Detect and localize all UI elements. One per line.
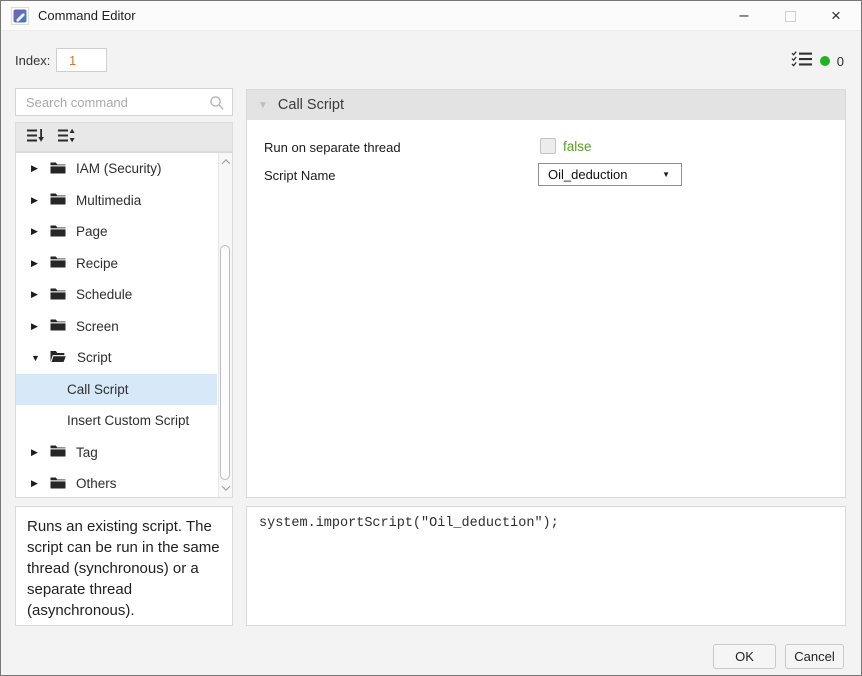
tree-item-recipe[interactable]: ▶ Recipe <box>16 248 217 280</box>
folder-closed-icon <box>50 476 66 492</box>
minimize-icon: – <box>739 7 749 24</box>
script-name-label: Script Name <box>264 168 336 183</box>
search-input[interactable] <box>16 89 232 115</box>
ok-button[interactable]: OK <box>713 644 776 669</box>
maximize-button[interactable] <box>775 2 805 30</box>
chevron-right-icon[interactable]: ▶ <box>31 289 43 300</box>
minimize-button[interactable]: – <box>729 2 759 30</box>
expand-all-icon <box>58 128 76 146</box>
tree-item-label: Call Script <box>67 381 129 397</box>
tree-item-tag[interactable]: ▶ Tag <box>16 437 217 469</box>
chevron-right-icon[interactable]: ▶ <box>31 163 43 174</box>
app-logo-icon <box>11 6 29 25</box>
tree-item-label: IAM (Security) <box>76 161 162 177</box>
validation-count: 0 <box>836 53 844 69</box>
search-box <box>15 88 233 116</box>
tree-item-others[interactable]: ▶ Others <box>16 468 217 497</box>
folder-closed-icon <box>50 318 66 334</box>
status-dot-icon <box>819 56 830 66</box>
close-button[interactable]: × <box>821 2 851 30</box>
chevron-right-icon[interactable]: ▶ <box>31 195 43 206</box>
chevron-right-icon[interactable]: ▶ <box>31 258 43 269</box>
folder-closed-icon <box>50 287 66 303</box>
command-description: Runs an existing script. The script can … <box>27 518 220 619</box>
code-preview-panel: system.importScript("Oil_deduction"); <box>246 506 846 626</box>
separate-thread-checkbox[interactable] <box>540 138 556 154</box>
chevron-down-icon: ▼ <box>662 170 670 179</box>
chevron-right-icon[interactable]: ▶ <box>31 321 43 332</box>
title-bar: Command Editor – × <box>1 1 861 31</box>
tree-item-multimedia[interactable]: ▶ Multimedia <box>16 185 217 217</box>
description-panel: Runs an existing script. The script can … <box>15 506 233 626</box>
editor-header[interactable]: ▼ Call Script <box>247 90 845 120</box>
tree-item-insert-custom-script[interactable]: Insert Custom Script <box>16 405 217 437</box>
window-controls: – × <box>729 1 851 31</box>
tree-scrollbar[interactable] <box>218 153 232 497</box>
collapse-all-button[interactable] <box>26 128 46 146</box>
script-name-dropdown[interactable]: Oil_deduction ▼ <box>538 163 682 186</box>
folder-closed-icon <box>50 161 66 177</box>
index-label: Index: <box>15 53 51 68</box>
tree-toolbar <box>15 122 233 152</box>
folder-closed-icon <box>50 192 66 208</box>
tree-item-schedule[interactable]: ▶ Schedule <box>16 279 217 311</box>
chevron-right-icon[interactable]: ▶ <box>31 226 43 237</box>
chevron-right-icon[interactable]: ▶ <box>31 478 43 489</box>
tree-item-label: Recipe <box>76 255 119 271</box>
tree-item-label: Script <box>77 350 112 366</box>
tree-item-label: Multimedia <box>76 192 142 208</box>
maximize-icon <box>784 10 796 22</box>
tree-item-call-script[interactable]: Call Script <box>16 373 217 405</box>
index-input[interactable] <box>56 48 107 72</box>
folder-closed-icon <box>50 255 66 271</box>
generated-code: system.importScript("Oil_deduction"); <box>259 516 559 531</box>
scrollbar-thumb[interactable] <box>220 245 230 480</box>
tree-item-script[interactable]: ▼ Script <box>16 342 217 374</box>
chevron-down-icon[interactable]: ▼ <box>31 353 43 363</box>
expand-all-button[interactable] <box>57 128 77 146</box>
chevron-right-icon[interactable]: ▶ <box>31 447 43 458</box>
cancel-button[interactable]: Cancel <box>785 644 844 669</box>
tree-item-label: Page <box>76 224 108 240</box>
window-title: Command Editor <box>38 8 136 23</box>
separate-thread-value: false <box>563 139 592 154</box>
validation-status: 0 <box>791 50 844 72</box>
script-name-value: Oil_deduction <box>548 167 628 182</box>
close-icon: × <box>831 6 841 25</box>
tree-item-screen[interactable]: ▶ Screen <box>16 311 217 343</box>
separate-thread-label: Run on separate thread <box>264 140 401 155</box>
scroll-up-icon[interactable] <box>219 155 232 169</box>
command-editor-window: Command Editor – × Index: 0 <box>0 0 862 676</box>
editor-title: Call Script <box>277 97 344 113</box>
tree-item-label: Others <box>76 476 117 492</box>
scroll-down-icon[interactable] <box>219 481 232 495</box>
tree-item-iam-security[interactable]: ▶ IAM (Security) <box>16 153 217 185</box>
tree-item-label: Schedule <box>76 287 133 303</box>
folder-open-icon <box>50 350 68 366</box>
tree-item-label: Screen <box>76 318 119 334</box>
folder-closed-icon <box>50 444 66 460</box>
command-tree: ▶ IAM (Security) ▶ Multimedia ▶ Page ▶ Recipe ▶ S… <box>15 152 233 498</box>
folder-closed-icon <box>50 224 66 240</box>
collapse-section-icon[interactable]: ▼ <box>258 100 268 111</box>
validation-list-icon[interactable] <box>791 50 813 72</box>
tree-item-page[interactable]: ▶ Page <box>16 216 217 248</box>
editor-panel: ▼ Call Script Run on separate thread fal… <box>246 89 846 498</box>
tree-item-label: Tag <box>76 444 98 460</box>
search-icon <box>209 95 225 116</box>
collapse-all-icon <box>27 128 45 146</box>
tree-item-label: Insert Custom Script <box>67 413 190 429</box>
